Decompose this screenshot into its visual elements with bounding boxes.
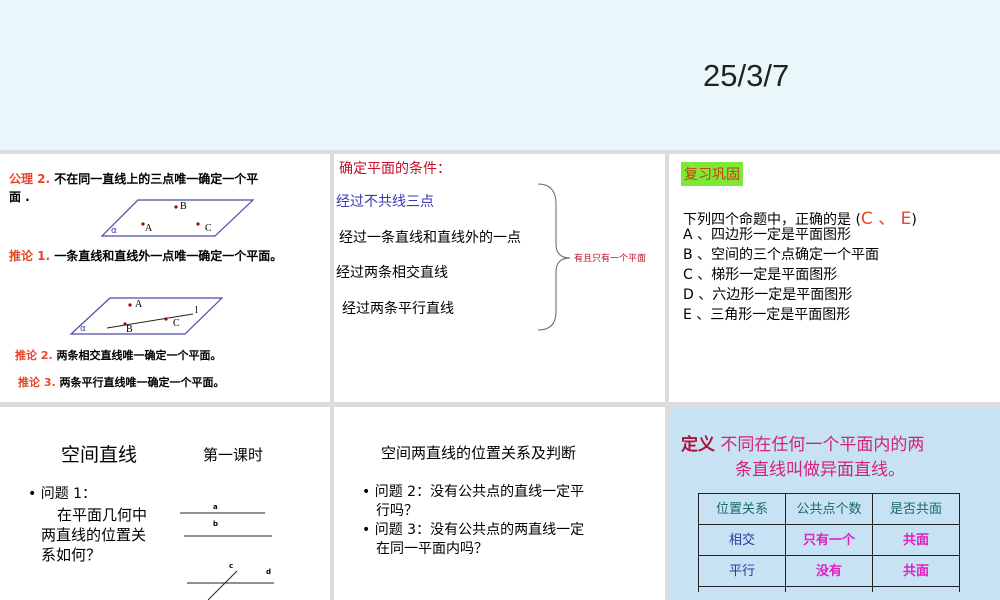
- option-item: C 、梯形一定是平面图形: [683, 267, 838, 283]
- point-a: A: [135, 299, 143, 310]
- line-b-label: b: [213, 520, 219, 528]
- question3: • 问题 3：没有公共点的两直线一定: [362, 522, 585, 538]
- brace-note: 有且只有一个平面: [574, 254, 647, 264]
- title-banner: 25/3/7: [0, 0, 1000, 150]
- point-c: C: [205, 223, 212, 234]
- corollary2-label: 推论 2.: [15, 349, 53, 362]
- table-cell: 共面: [872, 524, 960, 556]
- line-a-label: a: [213, 503, 218, 511]
- table-cell: 只有一个: [785, 524, 873, 556]
- corollary3-label: 推论 3.: [18, 376, 56, 389]
- slide-thumbnail-two-lines[interactable]: 空间两直线的位置关系及判断 • 问题 2：没有公共点的直线一定平 行吗？ • 问…: [334, 407, 665, 600]
- point-b: B: [126, 324, 133, 335]
- slide-thumbnail-conditions[interactable]: 确定平面的条件： 经过不共线三点 经过一条直线和直线外的一点 经过两条相交直线 …: [334, 154, 665, 402]
- point-a: A: [145, 223, 153, 234]
- slide-title: 空间两直线的位置关系及判断: [381, 444, 577, 462]
- question2: • 问题 2：没有公共点的直线一定平: [362, 484, 585, 500]
- plane-figures: [69, 199, 255, 335]
- table-header: 位置关系: [698, 493, 786, 525]
- corollary1-label: 推论 1.: [9, 249, 51, 263]
- table-row-cutoff: [698, 586, 960, 592]
- question-close: ): [911, 212, 917, 228]
- slide-thumbnail-skew-lines[interactable]: 定义 不同在任何一个平面内的两 条直线叫做异面直线。 位置关系 公共点个数 是否共面…: [669, 407, 1000, 600]
- table-cell: [785, 586, 873, 592]
- line-d-label: d: [266, 568, 272, 576]
- table-row: 相交 只有一个 共面: [698, 524, 960, 556]
- question3-text: 问题 3：没有公共点的两直线一定: [374, 522, 585, 538]
- question3-text: 在同一平面内吗？: [376, 541, 488, 557]
- review-tag: 复习巩固: [681, 162, 743, 186]
- table-header: 是否共面: [872, 493, 960, 525]
- table-cell: [698, 586, 786, 592]
- table-cell: 没有: [785, 555, 873, 587]
- definition-label: 定义: [681, 435, 715, 455]
- question2-text: 行吗？: [376, 503, 418, 519]
- corollary2-text: 两条相交直线唯一确定一个平面。: [56, 349, 222, 362]
- slide-thumbnail-space-lines[interactable]: 空间直线 第一课时 • 问题 1： 在平面几何中 两直线的位置关 系如何？ a …: [0, 407, 330, 600]
- definition-text: 条直线叫做异面直线。: [735, 460, 905, 480]
- point-c: C: [173, 318, 180, 329]
- table-row: 平行 没有 共面: [698, 555, 960, 587]
- option-item: A 、四边形一定是平面图形: [683, 227, 852, 243]
- corollary1-text: 一条直线和直线外一点唯一确定一个平面。: [54, 249, 283, 263]
- slide-thumbnail-axioms[interactable]: 公理 2. 不在同一直线上的三点唯一确定一个平 面 . B A C α 推论 1…: [0, 154, 330, 402]
- point-b: B: [180, 201, 187, 212]
- plane-alpha: α: [111, 226, 117, 236]
- table-header: 公共点个数: [785, 493, 873, 525]
- table-cell: 相交: [698, 524, 786, 556]
- table-cell: 共面: [872, 555, 960, 587]
- plane-alpha: α: [80, 324, 86, 334]
- corollary3-text: 两条平行直线唯一确定一个平面。: [59, 376, 225, 389]
- option-item: D 、六边形一定是平面图形: [683, 287, 853, 303]
- relation-table: 位置关系 公共点个数 是否共面 相交 只有一个 共面 平行 没有 共面: [698, 493, 960, 592]
- definition-text: 不同在任何一个平面内的两: [720, 435, 925, 455]
- line-c-label: c: [229, 562, 234, 570]
- brace-icon: [537, 183, 571, 331]
- line-l: l: [195, 305, 198, 316]
- slide-thumbnail-review[interactable]: 复习巩固 下列四个命题中，正确的是 (C 、 E) A 、四边形一定是平面图形 …: [669, 154, 1000, 402]
- table-cell: 平行: [698, 555, 786, 587]
- option-item: E 、三角形一定是平面图形: [683, 307, 851, 323]
- option-item: B 、空间的三个点确定一个平面: [683, 247, 880, 263]
- question2-text: 问题 2：没有公共点的直线一定平: [374, 484, 585, 500]
- date-label: 25/3/7: [703, 58, 790, 93]
- table-cell: [872, 586, 960, 592]
- line-figures: [180, 512, 274, 600]
